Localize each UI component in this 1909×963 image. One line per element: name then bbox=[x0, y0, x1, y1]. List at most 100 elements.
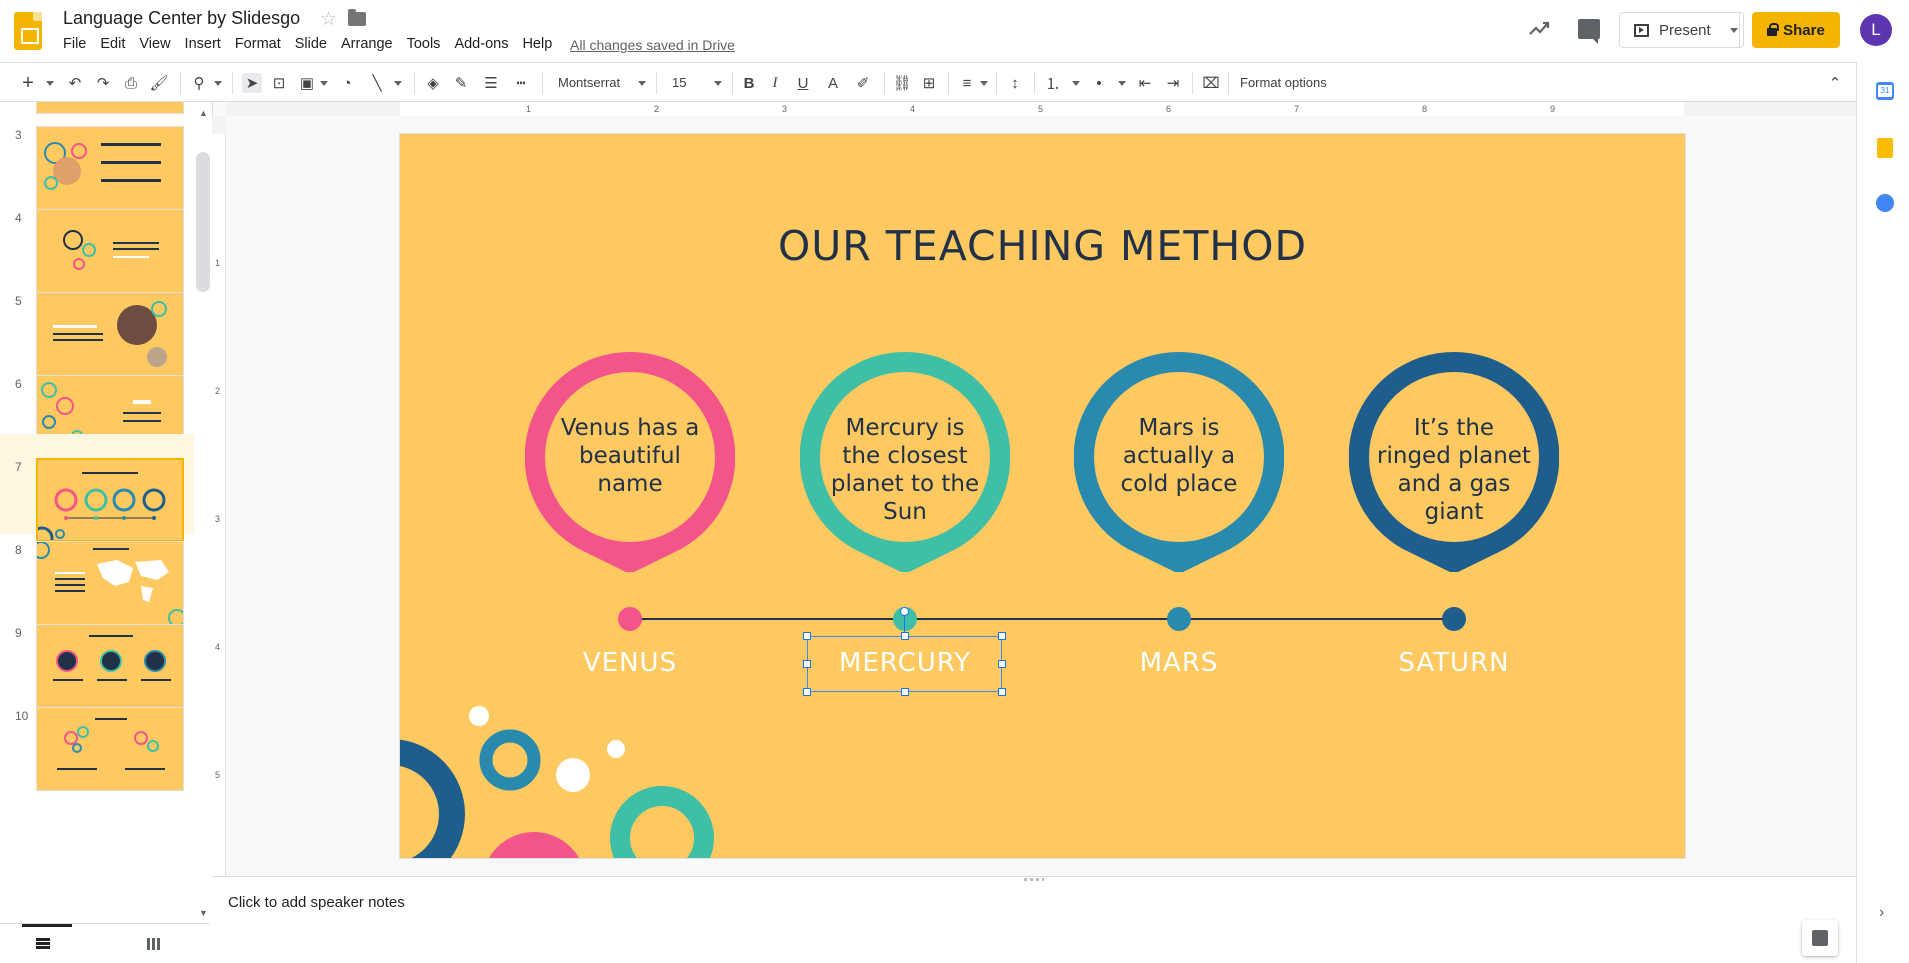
star-icon[interactable]: ☆ bbox=[320, 8, 337, 31]
present-dropdown-button[interactable] bbox=[1724, 12, 1744, 48]
insert-link-icon[interactable]: ⛓ bbox=[892, 73, 912, 93]
vertical-ruler[interactable]: 1 2 3 4 5 bbox=[212, 116, 226, 876]
activity-trend-icon[interactable] bbox=[1528, 18, 1550, 40]
clear-formatting-icon[interactable]: ⌧ bbox=[1202, 73, 1220, 93]
filmstrip-view-icon[interactable] bbox=[36, 938, 50, 949]
bulleted-list-icon[interactable]: • bbox=[1090, 73, 1108, 93]
account-avatar[interactable]: L bbox=[1860, 14, 1892, 46]
bold-icon[interactable]: B bbox=[740, 73, 758, 93]
grid-view-icon[interactable] bbox=[147, 938, 161, 950]
menu-format[interactable]: Format bbox=[228, 36, 288, 52]
speaker-notes-placeholder[interactable]: Click to add speaker notes bbox=[228, 894, 405, 911]
resize-handle[interactable] bbox=[803, 632, 811, 640]
numbered-list-icon[interactable]: ⒈ bbox=[1044, 73, 1062, 93]
new-slide-icon[interactable]: + bbox=[18, 72, 38, 94]
scroll-up-icon[interactable]: ▲ bbox=[199, 108, 208, 118]
scroll-down-icon[interactable]: ▼ bbox=[199, 908, 208, 918]
resize-handle[interactable] bbox=[803, 660, 811, 668]
border-dash-icon[interactable]: ┅ bbox=[512, 73, 530, 93]
line-dropdown-icon[interactable] bbox=[392, 73, 404, 93]
document-title[interactable]: Language Center by Slidesgo bbox=[63, 8, 300, 29]
saturn-dot[interactable] bbox=[1442, 607, 1466, 631]
menu-arrange[interactable]: Arrange bbox=[334, 36, 400, 52]
calendar-icon[interactable] bbox=[1876, 82, 1894, 100]
filmstrip-scrollbar[interactable] bbox=[196, 152, 210, 292]
horizontal-ruler[interactable]: 1 2 3 4 5 6 7 8 9 bbox=[227, 102, 1856, 116]
menu-edit[interactable]: Edit bbox=[93, 36, 132, 52]
new-slide-dropdown-icon[interactable] bbox=[44, 73, 56, 93]
menu-slide[interactable]: Slide bbox=[288, 36, 334, 52]
slide-title[interactable]: OUR TEACHING METHOD bbox=[400, 222, 1685, 270]
redo-icon[interactable]: ↷ bbox=[94, 73, 112, 93]
venus-label[interactable]: VENUS bbox=[540, 648, 720, 678]
text-color-icon[interactable]: A bbox=[824, 73, 842, 93]
menu-addons[interactable]: Add-ons bbox=[447, 36, 515, 52]
chevron-right-icon[interactable]: › bbox=[1879, 904, 1884, 922]
save-status-link[interactable]: All changes saved in Drive bbox=[570, 37, 735, 53]
resize-handle[interactable] bbox=[998, 660, 1006, 668]
share-button[interactable]: Share bbox=[1752, 12, 1840, 48]
font-size-select[interactable]: 15 bbox=[672, 75, 686, 90]
explore-button[interactable] bbox=[1802, 920, 1838, 956]
decrease-indent-icon[interactable]: ⇤ bbox=[1136, 73, 1154, 93]
zoom-dropdown-icon[interactable] bbox=[212, 73, 224, 93]
zoom-icon[interactable]: ⚲ bbox=[190, 73, 208, 93]
rotate-handle[interactable] bbox=[900, 607, 909, 616]
italic-icon[interactable]: I bbox=[766, 73, 784, 93]
mars-dot[interactable] bbox=[1167, 607, 1191, 631]
image-dropdown-icon[interactable] bbox=[318, 73, 330, 93]
menu-insert[interactable]: Insert bbox=[178, 36, 228, 52]
font-size-dropdown-icon[interactable] bbox=[712, 73, 724, 93]
align-dropdown-icon[interactable] bbox=[978, 73, 990, 93]
venus-pin[interactable]: Venus has a beautiful name bbox=[524, 351, 736, 574]
speaker-notes[interactable]: Click to add speaker notes bbox=[212, 884, 1856, 963]
timeline-line[interactable] bbox=[630, 618, 1450, 620]
venus-dot[interactable] bbox=[618, 607, 642, 631]
resize-handle[interactable] bbox=[803, 688, 811, 696]
undo-icon[interactable]: ↶ bbox=[66, 73, 84, 93]
menu-view[interactable]: View bbox=[132, 36, 177, 52]
paint-format-icon[interactable]: 🖌 bbox=[149, 73, 168, 93]
resize-handle[interactable] bbox=[998, 688, 1006, 696]
menu-file[interactable]: File bbox=[56, 36, 93, 52]
selection-box[interactable] bbox=[803, 607, 1006, 696]
comment-icon[interactable] bbox=[1578, 19, 1600, 44]
print-icon[interactable]: ⎙ bbox=[122, 73, 140, 93]
font-family-dropdown-icon[interactable] bbox=[636, 73, 648, 93]
slides-logo-icon[interactable] bbox=[14, 12, 42, 50]
mars-pin[interactable]: Mars is actually a cold place bbox=[1073, 351, 1285, 574]
border-color-icon[interactable]: ✎ bbox=[452, 73, 470, 93]
tasks-icon[interactable] bbox=[1876, 194, 1894, 212]
keep-icon[interactable] bbox=[1877, 138, 1893, 158]
slide-thumbnail[interactable] bbox=[36, 707, 184, 791]
font-family-select[interactable]: Montserrat bbox=[558, 75, 620, 90]
saturn-label[interactable]: SATURN bbox=[1364, 648, 1544, 678]
present-button[interactable]: Present bbox=[1619, 12, 1740, 48]
format-options-button[interactable]: Format options bbox=[1240, 75, 1327, 90]
menu-tools[interactable]: Tools bbox=[400, 36, 448, 52]
resize-handle[interactable] bbox=[998, 632, 1006, 640]
image-icon[interactable]: ▣ bbox=[298, 73, 316, 93]
add-comment-icon[interactable]: ⊞ bbox=[920, 73, 938, 93]
notes-resize-handle[interactable] bbox=[212, 876, 1856, 884]
mars-label[interactable]: MARS bbox=[1089, 648, 1269, 678]
underline-icon[interactable]: U bbox=[794, 73, 812, 93]
slide-row[interactable]: 10 bbox=[0, 683, 194, 791]
slide-canvas[interactable]: OUR TEACHING METHOD Venus has a beautifu… bbox=[400, 134, 1685, 858]
bulleted-list-dropdown-icon[interactable] bbox=[1116, 73, 1128, 93]
mercury-pin[interactable]: Mercury is the closest planet to the Sun bbox=[799, 351, 1011, 574]
folder-icon[interactable] bbox=[348, 9, 366, 26]
align-icon[interactable]: ≡ bbox=[958, 73, 976, 93]
text-box-icon[interactable]: ⊡ bbox=[270, 73, 288, 93]
resize-handle[interactable] bbox=[901, 688, 909, 696]
fill-color-icon[interactable]: ◈ bbox=[424, 73, 442, 93]
resize-handle[interactable] bbox=[901, 632, 909, 640]
line-spacing-icon[interactable]: ↕ bbox=[1006, 73, 1024, 93]
shape-icon[interactable]: ◔ bbox=[338, 73, 356, 93]
border-weight-icon[interactable]: ☰ bbox=[482, 73, 500, 93]
select-cursor-icon[interactable]: ➤ bbox=[242, 73, 262, 93]
line-icon[interactable]: ╲ bbox=[368, 73, 386, 93]
highlight-color-icon[interactable]: ✐ bbox=[854, 73, 872, 93]
increase-indent-icon[interactable]: ⇥ bbox=[1164, 73, 1182, 93]
saturn-pin[interactable]: It’s the ringed planet and a gas giant bbox=[1348, 351, 1560, 574]
